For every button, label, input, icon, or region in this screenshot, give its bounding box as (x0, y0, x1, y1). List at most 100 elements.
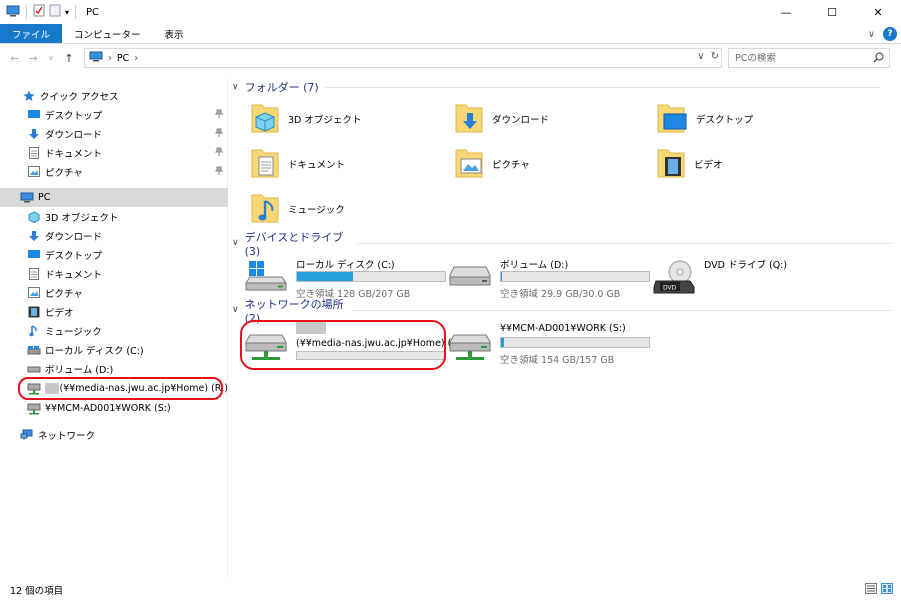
search-box[interactable] (728, 48, 890, 68)
refresh-icon[interactable]: ↻ (711, 51, 719, 62)
3d-objects-icon (27, 210, 41, 224)
video-icon (27, 305, 41, 319)
folder-pictures[interactable]: ピクチャ (454, 143, 530, 185)
drive-c[interactable]: ローカル ディスク (C:) 空き領域 128 GB/207 GB (244, 257, 446, 300)
sidebar-item-music[interactable]: ミュージック (0, 321, 228, 340)
folder-label: ダウンロード (492, 115, 550, 126)
videos-folder-icon (656, 146, 686, 183)
address-path[interactable]: PC (117, 53, 129, 64)
drive-dvd-q[interactable]: DVD DVD ドライブ (Q:) (652, 257, 852, 299)
sidebar-item-desktop[interactable]: デスクトップ (0, 245, 228, 264)
new-folder-icon[interactable] (49, 4, 61, 20)
close-button[interactable]: ✕ (855, 0, 901, 24)
drive-usage-bar (500, 337, 650, 348)
folder-3d-objects[interactable]: 3D オブジェクト (250, 98, 361, 140)
local-disk-icon (27, 343, 41, 357)
pin-icon[interactable] (214, 109, 224, 121)
sidebar-item-label: ¥¥MCM-AD001¥WORK (S:) (45, 403, 171, 414)
chevron-right-icon[interactable]: › (108, 53, 112, 64)
folder-downloads[interactable]: ダウンロード (454, 98, 549, 140)
pin-icon[interactable] (214, 166, 224, 178)
search-input[interactable] (735, 52, 865, 64)
svg-text:DVD: DVD (663, 285, 677, 292)
tab-file[interactable]: ファイル (0, 24, 63, 43)
sidebar-item-3d-objects[interactable]: 3D オブジェクト (0, 207, 228, 226)
tab-computer[interactable]: コンピューター (62, 24, 153, 43)
folder-music[interactable]: ミュージック (250, 188, 345, 230)
sidebar-item-quick-pictures[interactable]: ピクチャ (0, 162, 228, 181)
properties-icon[interactable] (33, 4, 45, 20)
pictures-icon (27, 165, 41, 179)
recent-locations-icon[interactable]: ∨ (42, 54, 60, 62)
chevron-down-icon[interactable]: ∨ (232, 305, 239, 315)
computer-icon (6, 5, 20, 20)
network-drive-icon (27, 402, 41, 416)
network-section-header[interactable]: ∨ ネットワークの場所 (2) (232, 298, 892, 325)
folder-documents[interactable]: ドキュメント (250, 143, 345, 185)
drive-usage-bar (296, 271, 446, 282)
item-count: 12 個の項目 (10, 586, 64, 597)
pin-icon[interactable] (214, 147, 224, 159)
folder-label: 3D オブジェクト (288, 115, 362, 126)
drive-usage-fill (501, 338, 504, 347)
drives-section-header[interactable]: ∨ デバイスとドライブ (3) (232, 231, 892, 258)
documents-folder-icon (250, 146, 280, 183)
tab-view[interactable]: 表示 (153, 24, 196, 43)
music-icon (27, 324, 41, 338)
sidebar-item-documents[interactable]: ドキュメント (0, 264, 228, 283)
folder-desktop[interactable]: デスクトップ (656, 98, 753, 140)
address-dropdown-icon[interactable]: ∨ (697, 51, 704, 62)
network-drive-s[interactable]: ¥¥MCM-AD001¥WORK (S:) 空き領域 154 GB/157 GB (448, 323, 650, 366)
folder-label: デスクトップ (696, 115, 754, 126)
up-icon[interactable]: ↑ (60, 52, 78, 65)
chevron-down-icon[interactable]: ∨ (232, 82, 239, 92)
help-icon[interactable]: ? (883, 27, 897, 41)
folder-label: ドキュメント (288, 160, 346, 171)
sidebar-item-pictures[interactable]: ピクチャ (0, 283, 228, 302)
sidebar-item-quick-desktop[interactable]: デスクトップ (0, 105, 228, 124)
network-drive-icon (448, 333, 492, 366)
sidebar-item-network-drive-s[interactable]: ¥¥MCM-AD001¥WORK (S:) (0, 399, 228, 418)
sidebar-item-quick-access[interactable]: クイック アクセス (0, 86, 228, 105)
sidebar-item-network[interactable]: ネットワーク (0, 425, 228, 444)
title-bar: ▾ PC — ☐ ✕ (0, 0, 901, 24)
chevron-down-icon[interactable]: ∨ (232, 238, 239, 248)
sidebar-item-quick-documents[interactable]: ドキュメント (0, 143, 228, 162)
pin-icon[interactable] (214, 128, 224, 140)
document-icon (27, 267, 41, 281)
drive-name: ¥¥MCM-AD001¥WORK (S:) (500, 323, 626, 334)
download-icon (27, 127, 41, 141)
highlight-annotation (240, 320, 446, 370)
sidebar-item-label: ダウンロード (45, 231, 103, 243)
sidebar-item-downloads[interactable]: ダウンロード (0, 226, 228, 245)
downloads-folder-icon (454, 101, 484, 138)
drive-name: ボリューム (D:) (500, 260, 569, 271)
folder-videos[interactable]: ビデオ (656, 143, 723, 185)
sidebar-item-local-disk-c[interactable]: ローカル ディスク (C:) (0, 340, 228, 359)
back-icon[interactable]: ← (6, 52, 24, 65)
expand-ribbon-icon[interactable]: ∨ (868, 29, 875, 40)
drive-free-space: 空き領域 154 GB/157 GB (500, 355, 615, 366)
status-bar: 12 個の項目 (0, 578, 901, 602)
address-bar[interactable]: › PC › ∨ ↻ (84, 48, 722, 68)
sidebar-item-videos[interactable]: ビデオ (0, 302, 228, 321)
document-icon (27, 146, 41, 160)
customize-toolbar-icon[interactable]: ▾ (65, 8, 69, 17)
large-icons-view-icon[interactable] (881, 583, 893, 597)
sidebar-item-volume-d[interactable]: ボリューム (D:) (0, 359, 228, 378)
sidebar-item-pc[interactable]: PC (0, 188, 228, 207)
maximize-button[interactable]: ☐ (809, 0, 855, 24)
folders-section-header[interactable]: ∨ フォルダー (7) (232, 78, 880, 96)
computer-icon (89, 51, 103, 65)
folder-label: ピクチャ (492, 160, 530, 171)
forward-icon[interactable]: → (24, 52, 42, 65)
sidebar-item-quick-downloads[interactable]: ダウンロード (0, 124, 228, 143)
minimize-button[interactable]: — (763, 0, 809, 24)
desktop-icon (27, 248, 41, 262)
drive-d[interactable]: ボリューム (D:) 空き領域 29.9 GB/30.0 GB (448, 257, 650, 300)
sidebar-item-label: ダウンロード (45, 129, 103, 141)
desktop-folder-icon (656, 101, 688, 138)
chevron-right-icon[interactable]: › (134, 53, 138, 64)
details-view-icon[interactable] (865, 583, 877, 597)
search-icon[interactable] (873, 52, 884, 66)
